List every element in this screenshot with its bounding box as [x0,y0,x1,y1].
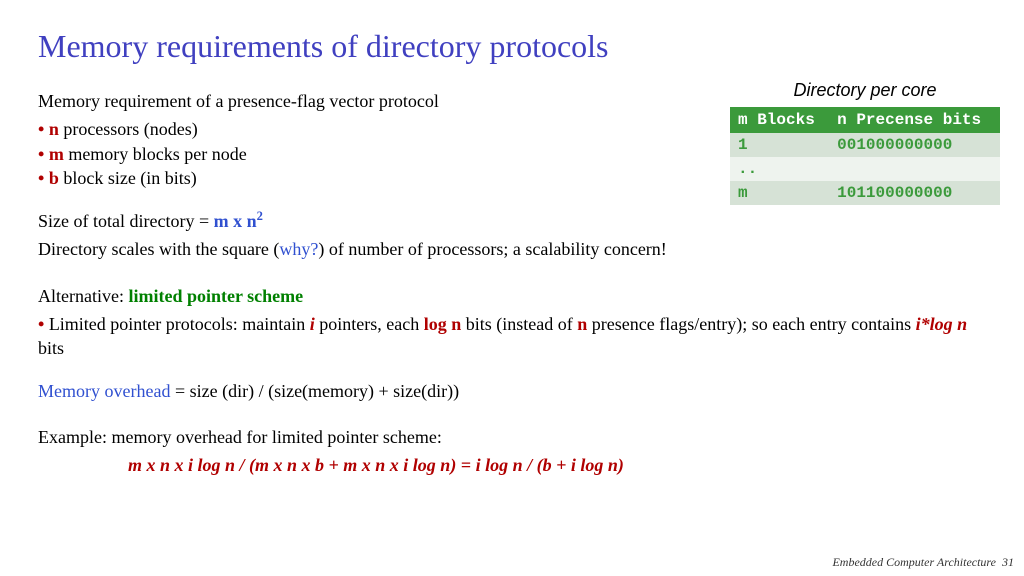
ab-logn: log n [424,314,462,334]
example-lead: Example: memory overhead for limited poi… [38,425,986,449]
size-equation: Size of total directory = m x n2 [38,208,986,233]
var-m: m [49,144,64,164]
ab-post: bits [38,338,64,358]
directory-table-panel: Directory per core m Blocks n Precense b… [730,80,1000,205]
ab-pre: Limited pointer protocols: maintain [49,314,310,334]
ab-n: n [577,314,587,334]
footer-page: 31 [1002,555,1014,569]
bullet-b-text: block size (in bits) [59,168,197,188]
th-blocks: m Blocks [730,107,829,133]
cell-bits: 101100000000 [829,181,1000,205]
size-expr: m x n2 [214,211,263,231]
cell-bits [829,157,1000,181]
table-row: 1 001000000000 [730,133,1000,157]
scale-pre: Directory scales with the square ( [38,239,279,259]
table-caption: Directory per core [730,80,1000,101]
cell-blocks: m [730,181,829,205]
table-row: m 101100000000 [730,181,1000,205]
footer-course: Embedded Computer Architecture [832,555,996,569]
cell-blocks: 1 [730,133,829,157]
overhead-rest: = size (dir) / (size(memory) + size(dir)… [170,381,459,401]
size-expr-base: m x n [214,211,257,231]
alt-bullet: Limited pointer protocols: maintain i po… [38,312,986,361]
alternative-line: Alternative: limited pointer scheme [38,284,986,308]
cell-blocks: .. [730,157,829,181]
ab-mid1: pointers, each [315,314,424,334]
cell-bits: 001000000000 [829,133,1000,157]
th-presence: n Precense bits [829,107,1000,133]
ab-ilogn: i*log n [916,314,968,334]
table-row: .. [730,157,1000,181]
alt-bullets: Limited pointer protocols: maintain i po… [38,312,986,361]
scale-post: ) of number of processors; a scalability… [318,239,666,259]
alt-lead: Alternative: [38,286,128,306]
var-n: n [49,119,59,139]
ab-mid3: presence flags/entry); so each entry con… [587,314,915,334]
var-b: b [49,168,59,188]
bullet-m-text: memory blocks per node [64,144,247,164]
ab-mid2: bits (instead of [461,314,577,334]
why-link[interactable]: why? [279,239,318,259]
table-header-row: m Blocks n Precense bits [730,107,1000,133]
example-equation: m x n x i log n / (m x n x b + m x n x i… [38,453,986,477]
overhead-label: Memory overhead [38,381,170,401]
slide-title: Memory requirements of directory protoco… [38,28,986,65]
size-lead: Size of total directory = [38,211,214,231]
size-expr-sup: 2 [257,209,263,223]
alt-scheme: limited pointer scheme [128,286,303,306]
slide-footer: Embedded Computer Architecture 31 [832,555,1014,570]
overhead-line: Memory overhead = size (dir) / (size(mem… [38,379,986,403]
bullet-n-text: processors (nodes) [59,119,198,139]
directory-table: m Blocks n Precense bits 1 001000000000 … [730,107,1000,205]
scalability-line: Directory scales with the square (why?) … [38,237,986,261]
